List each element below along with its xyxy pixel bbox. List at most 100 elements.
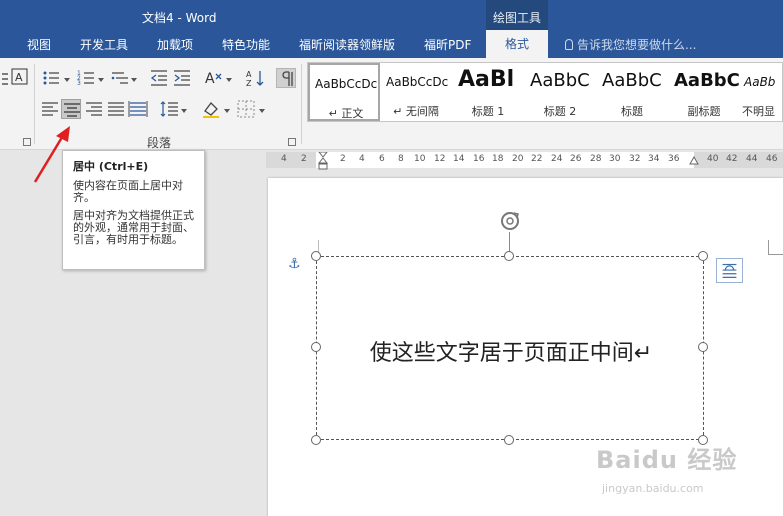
indent-marker-icon[interactable] — [318, 152, 328, 170]
rotate-handle-icon[interactable] — [499, 210, 521, 232]
bullets-dropdown-icon[interactable] — [64, 78, 70, 82]
layout-options-button[interactable] — [716, 258, 743, 283]
borders-icon[interactable] — [236, 99, 256, 119]
svg-text:A: A — [205, 71, 215, 87]
tab-foxit-reader[interactable]: 福昕阅读器领鲜版 — [299, 36, 395, 53]
text-box[interactable]: 使这些文字居于页面正中间↵ — [316, 256, 704, 440]
paragraph-group-label: 段落 — [147, 136, 172, 150]
ruler-tick: 36 — [668, 154, 680, 164]
style-name: 标题 — [621, 105, 643, 118]
ruler-tick: 44 — [746, 154, 758, 164]
sort-icon[interactable]: AZ — [245, 68, 265, 88]
shading-icon[interactable] — [201, 99, 221, 119]
ruler-tick: 2 — [340, 154, 346, 164]
right-indent-marker-icon[interactable] — [689, 156, 699, 166]
document-title: 文档4 - Word — [142, 11, 217, 25]
horizontal-ruler[interactable]: 4 2 2 4 6 8 10 12 14 16 18 20 22 24 26 2… — [266, 152, 783, 170]
tab-addins[interactable]: 加载项 — [157, 36, 193, 53]
align-left-icon[interactable] — [40, 99, 60, 119]
increase-indent-icon[interactable] — [172, 68, 192, 88]
ruler-tick: 22 — [531, 154, 543, 164]
resize-handle-left[interactable] — [311, 342, 321, 352]
align-center-button[interactable] — [61, 99, 81, 119]
distributed-icon[interactable] — [128, 99, 148, 119]
paragraph-dialog-launcher-icon[interactable] — [288, 138, 296, 146]
justify-icon[interactable] — [106, 99, 126, 119]
ruler-tick: 2 — [301, 154, 307, 164]
resize-handle-top-left[interactable] — [311, 251, 321, 261]
tooltip-detail: 居中对齐为文档提供正式的外观，通常用于封面、引言，有时用于标题。 — [73, 209, 194, 246]
style-sample: AaBl — [458, 67, 515, 92]
resize-handle-top-right[interactable] — [698, 251, 708, 261]
borders-dropdown-icon[interactable] — [259, 109, 265, 113]
ruler-tick: 10 — [414, 154, 426, 164]
style-name: ↵ 无间隔 — [393, 105, 439, 118]
watermark-logo: Baidu 经验 — [596, 446, 738, 474]
tooltip-description: 使内容在页面上居中对齐。 — [73, 179, 183, 204]
tab-developer[interactable]: 开发工具 — [80, 36, 128, 53]
character-border-icon[interactable]: A — [10, 67, 30, 87]
numbering-icon[interactable]: 123 — [76, 68, 96, 88]
style-name: ↵ 正文 — [328, 107, 364, 120]
ruler-tick: 14 — [453, 154, 465, 164]
resize-handle-right[interactable] — [698, 342, 708, 352]
resize-handle-bottom[interactable] — [504, 435, 514, 445]
ruler-tick: 42 — [726, 154, 738, 164]
show-marks-button[interactable] — [276, 68, 296, 88]
ruler-tick: 26 — [570, 154, 582, 164]
ruler-tick: 24 — [551, 154, 563, 164]
chinese-layout-dropdown-icon[interactable] — [226, 78, 232, 82]
anchor-icon: ⚓ — [288, 256, 301, 272]
resize-handle-bottom-left[interactable] — [311, 435, 321, 445]
line-spacing-icon[interactable] — [159, 99, 179, 119]
ruler-tick: 6 — [379, 154, 385, 164]
ruler-margin-left — [266, 152, 316, 168]
svg-text:A: A — [15, 71, 23, 84]
style-normal[interactable]: AaBbCcDc ↵ 正文 — [308, 63, 380, 121]
styles-gallery: AaBbCcDc ↵ 正文 AaBbCcDc ↵ 无间隔 AaBl 标题 1 A… — [307, 62, 783, 122]
style-subtitle[interactable]: AaBbC 副标题 — [668, 63, 740, 121]
bullets-icon[interactable] — [41, 68, 61, 88]
style-sample: AaBbCcDc — [386, 75, 449, 89]
ruler-tick: 4 — [359, 154, 365, 164]
style-sample: AaBbC — [602, 70, 662, 91]
ruler-tick: 4 — [281, 154, 287, 164]
style-no-spacing[interactable]: AaBbCcDc ↵ 无间隔 — [380, 63, 452, 121]
style-name: 标题 2 — [543, 105, 577, 118]
tell-me-box[interactable]: 告诉我您想要做什么... — [565, 36, 696, 53]
text-box-content[interactable]: 使这些文字居于页面正中间↵ — [317, 335, 705, 367]
layout-options-icon — [722, 263, 737, 278]
tab-format[interactable]: 格式 — [486, 30, 548, 58]
shading-dropdown-icon[interactable] — [224, 109, 230, 113]
tab-view[interactable]: 视图 — [27, 36, 51, 53]
style-name: 标题 1 — [471, 105, 505, 118]
lightbulb-icon — [565, 39, 573, 50]
numbering-dropdown-icon[interactable] — [98, 78, 104, 82]
resize-handle-top[interactable] — [504, 251, 514, 261]
chinese-layout-icon[interactable]: A — [204, 68, 224, 88]
title-bar: 文档4 - Word 绘图工具 视图 开发工具 加载项 特色功能 福昕阅读器领鲜… — [0, 0, 783, 58]
ruler-tick: 18 — [492, 154, 504, 164]
style-sample: AaBbC — [530, 70, 590, 91]
style-title[interactable]: AaBbC 标题 — [596, 63, 668, 121]
svg-text:A: A — [246, 70, 252, 79]
ruler-tick: 34 — [648, 154, 660, 164]
tell-me-text: 告诉我您想要做什么... — [577, 38, 697, 52]
tab-special-features[interactable]: 特色功能 — [222, 36, 270, 53]
decrease-indent-icon[interactable] — [149, 68, 169, 88]
style-heading-2[interactable]: AaBbC 标题 2 — [524, 63, 596, 121]
tab-foxit-pdf[interactable]: 福昕PDF — [424, 36, 471, 53]
svg-text:3: 3 — [77, 80, 81, 87]
style-sample: AaBb — [744, 75, 776, 89]
style-subtle-emphasis[interactable]: AaBb 不明显 — [740, 63, 783, 121]
align-right-icon[interactable] — [84, 99, 104, 119]
baidu-watermark: Baidu 经验 jingyan.baidu.com — [592, 432, 762, 502]
multilevel-dropdown-icon[interactable] — [131, 78, 137, 82]
ruler-tick: 46 — [766, 154, 778, 164]
ruler-tick: 30 — [609, 154, 621, 164]
style-heading-1[interactable]: AaBl 标题 1 — [452, 63, 524, 121]
ribbon: A 123 A AZ 段落 AaBbCcDc ↵ 正文 AaBbCcDc ↵ 无… — [0, 58, 783, 150]
multilevel-list-icon[interactable] — [110, 68, 130, 88]
style-name: 不明显 — [742, 105, 775, 118]
line-spacing-dropdown-icon[interactable] — [181, 109, 187, 113]
